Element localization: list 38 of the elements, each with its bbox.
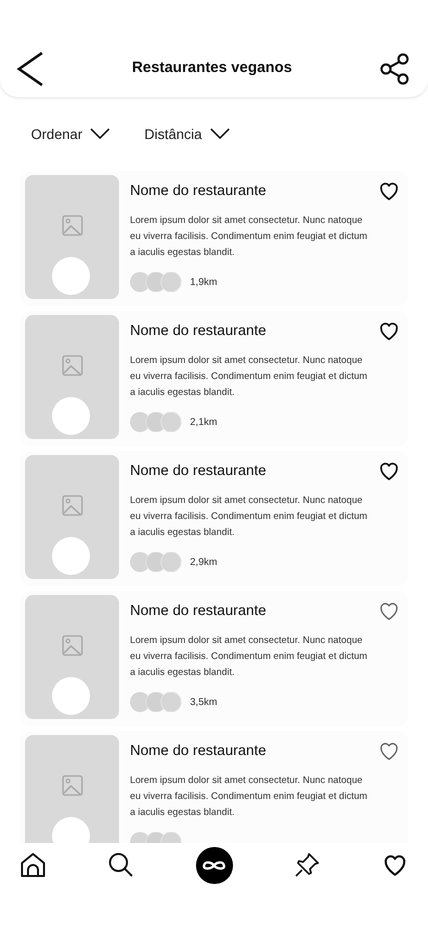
restaurant-name: Nome do restaurante	[130, 602, 266, 621]
home-icon	[20, 852, 46, 878]
restaurant-description: Lorem ipsum dolor sit amet consectetur. Nunc natoque eu viverra facilisis. Condimentum enim feugiat et dictum a iaculis egestas blandit.	[130, 214, 368, 260]
distance-label: 1,9km	[190, 276, 218, 290]
nav-tab[interactable]	[294, 852, 320, 878]
distance-label: 2,1km	[190, 416, 218, 430]
favorite-button[interactable]	[378, 320, 400, 342]
search-icon	[108, 852, 134, 878]
restaurant-description: Lorem ipsum dolor sit amet consectetur. Nunc natoque eu viverra facilisis. Condimentum enim feugiat et dictum a iaculis egestas blandit.	[130, 634, 368, 680]
avatar-group-icon	[130, 272, 182, 292]
restaurant-name: Nome do restaurante	[130, 742, 266, 761]
distance-label: 2,9km	[190, 556, 218, 570]
restaurant-name: Nome do restaurante	[130, 322, 266, 341]
restaurant-description: Lorem ipsum dolor sit amet consectetur. Nunc natoque eu viverra facilisis. Condimentum enim feugiat et dictum a iaculis egestas blandit.	[130, 354, 368, 400]
chevron-down-icon	[90, 128, 110, 140]
avatar-group-icon	[130, 552, 182, 572]
share-button[interactable]	[380, 52, 410, 84]
restaurant-description: Lorem ipsum dolor sit amet consectetur. Nunc natoque eu viverra facilisis. Condimentum enim feugiat et dictum a iaculis egestas blandit.	[130, 774, 368, 820]
infinity-icon	[202, 858, 226, 872]
filter-dropdown[interactable]: Ordenar	[31, 124, 110, 144]
heart-icon	[382, 852, 408, 878]
nav-tab[interactable]	[108, 852, 134, 878]
favorite-button[interactable]	[378, 180, 400, 202]
avatar-group-icon	[130, 692, 182, 712]
restaurant-name: Nome do restaurante	[130, 462, 266, 481]
avatar-group-icon	[130, 412, 182, 432]
restaurant-name: Nome do restaurante	[130, 182, 266, 201]
distance-label: 3,5km	[190, 696, 218, 710]
filter-dropdown[interactable]: Distância	[144, 124, 230, 144]
pushpin-icon	[294, 852, 320, 878]
nav-tab[interactable]	[196, 846, 232, 884]
favorite-button[interactable]	[378, 460, 400, 482]
back-button[interactable]	[16, 50, 44, 86]
nav-tab[interactable]	[382, 852, 408, 878]
chevron-down-icon	[210, 128, 230, 140]
page-title: Restaurantes veganos	[132, 58, 292, 78]
restaurant-description: Lorem ipsum dolor sit amet consectetur. Nunc natoque eu viverra facilisis. Condimentum enim feugiat et dictum a iaculis egestas blandit.	[130, 494, 368, 540]
nav-tab[interactable]	[20, 852, 46, 878]
